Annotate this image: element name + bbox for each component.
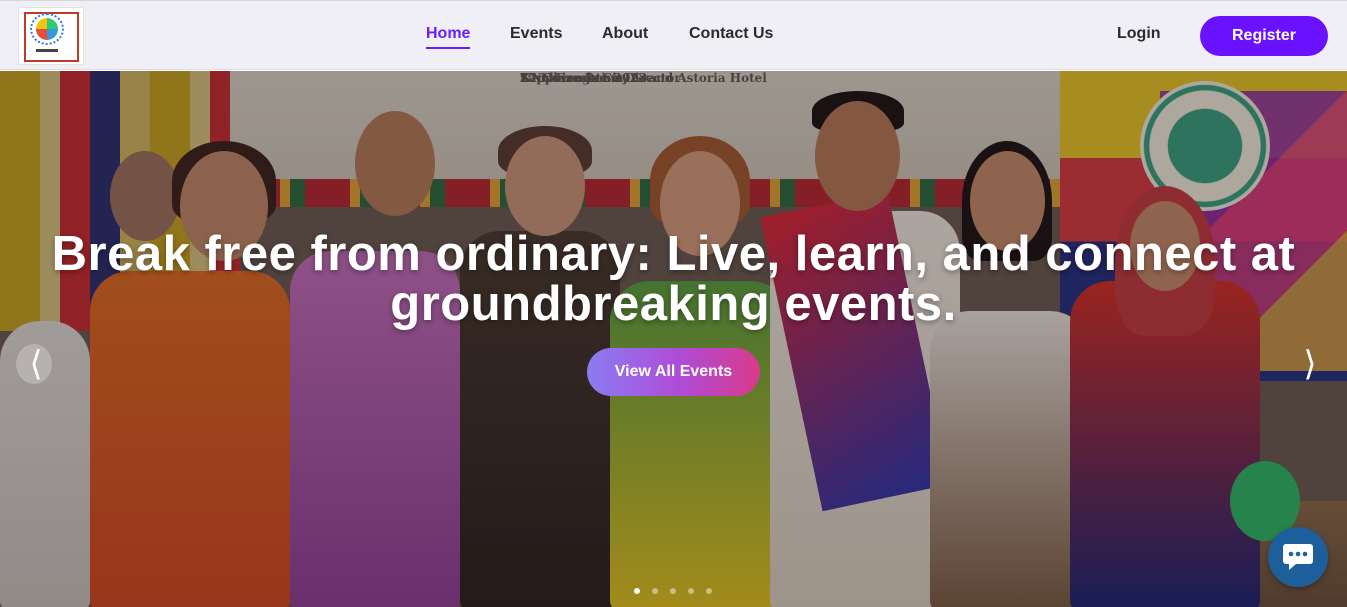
nav-link-contact-us[interactable]: Contact Us <box>689 25 773 43</box>
nav-link-home[interactable]: Home <box>426 25 471 49</box>
carousel-dot[interactable] <box>652 588 658 594</box>
logo-emblem-icon <box>36 18 58 40</box>
logo-caption-strip <box>36 49 58 52</box>
carousel-prev-button[interactable]: ⟨ <box>16 339 56 389</box>
login-link[interactable]: Login <box>1117 25 1161 43</box>
carousel-dot[interactable] <box>688 588 694 594</box>
carousel-dot[interactable] <box>706 588 712 594</box>
carousel-indicators <box>634 588 712 596</box>
hero-title: Break free from ordinary: Live, learn, a… <box>51 227 1296 331</box>
register-button[interactable]: Register <box>1200 16 1328 56</box>
view-all-events-button[interactable]: View All Events <box>587 348 760 396</box>
hero-dark-overlay <box>0 71 1347 607</box>
chat-widget-button[interactable] <box>1268 527 1328 587</box>
carousel-next-button[interactable]: ⟩ <box>1290 339 1330 389</box>
nav-link-about[interactable]: About <box>602 25 648 43</box>
carousel-dot[interactable] <box>670 588 676 594</box>
site-logo[interactable] <box>18 7 84 65</box>
chevron-right-icon: ⟩ <box>1303 344 1317 384</box>
chevron-left-icon: ⟨ <box>29 344 43 384</box>
chat-bubble-icon <box>1283 544 1313 570</box>
nav-link-events[interactable]: Events <box>510 25 562 43</box>
carousel-dot[interactable] <box>634 588 640 594</box>
top-navbar: Home Events About Contact Us Login Regis… <box>0 0 1347 70</box>
hero-carousel: NNC Executive Director 17 November 2023 … <box>0 71 1347 607</box>
